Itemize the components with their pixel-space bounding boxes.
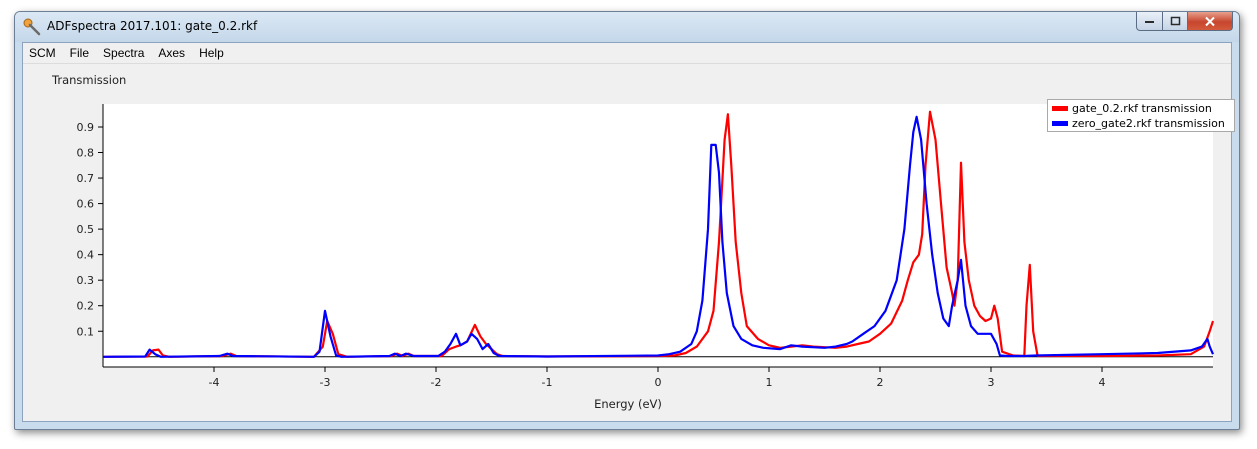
chart-legend: gate_0.2.rkf transmission zero_gate2.rkf… [1047, 99, 1235, 132]
x-tick-label: -2 [431, 376, 442, 389]
y-tick-label: 0.6 [77, 198, 95, 211]
x-tick-label: 1 [766, 376, 773, 389]
close-icon [1205, 16, 1215, 26]
y-tick-label: 0.2 [77, 300, 95, 313]
legend-swatch-gate [1052, 106, 1068, 111]
y-tick-label: 0.7 [77, 172, 95, 185]
window-title: ADFspectra 2017.101: gate_0.2.rkf [47, 19, 258, 33]
legend-entry-gate: gate_0.2.rkf transmission [1052, 101, 1234, 116]
plot-area [103, 104, 1213, 367]
x-tick-label: -1 [542, 376, 553, 389]
legend-entry-zero-gate: zero_gate2.rkf transmission [1052, 116, 1234, 131]
adf-wrench-icon [23, 18, 41, 36]
x-tick-label: 2 [877, 376, 884, 389]
close-button[interactable] [1187, 12, 1233, 31]
title-bar[interactable]: ADFspectra 2017.101: gate_0.2.rkf [15, 12, 1239, 42]
x-tick-label: 3 [988, 376, 995, 389]
x-tick-label: 4 [1099, 376, 1106, 389]
x-tick-label: -4 [209, 376, 220, 389]
legend-label-gate: gate_0.2.rkf transmission [1072, 102, 1212, 115]
x-tick-label: -3 [320, 376, 331, 389]
y-tick-label: 0.9 [77, 121, 95, 134]
app-window: ADFspectra 2017.101: gate_0.2.rkf SCM Fi… [14, 11, 1240, 430]
y-tick-label: 0.1 [77, 325, 95, 338]
y-tick-label: 0.5 [77, 223, 95, 236]
maximize-button[interactable] [1162, 12, 1188, 31]
client-area: SCM File Spectra Axes Help Transmission … [22, 42, 1235, 422]
maximize-icon [1170, 16, 1180, 26]
legend-label-zero-gate: zero_gate2.rkf transmission [1072, 117, 1225, 130]
minimize-icon [1145, 21, 1154, 23]
y-tick-label: 0.3 [77, 274, 95, 287]
y-tick-label: 0.8 [77, 147, 95, 160]
minimize-button[interactable] [1136, 12, 1163, 31]
y-tick-label: 0.4 [77, 249, 95, 262]
x-tick-label: 0 [655, 376, 662, 389]
legend-swatch-zero-gate [1052, 121, 1068, 126]
x-axis-label: Energy (eV) [594, 397, 662, 411]
